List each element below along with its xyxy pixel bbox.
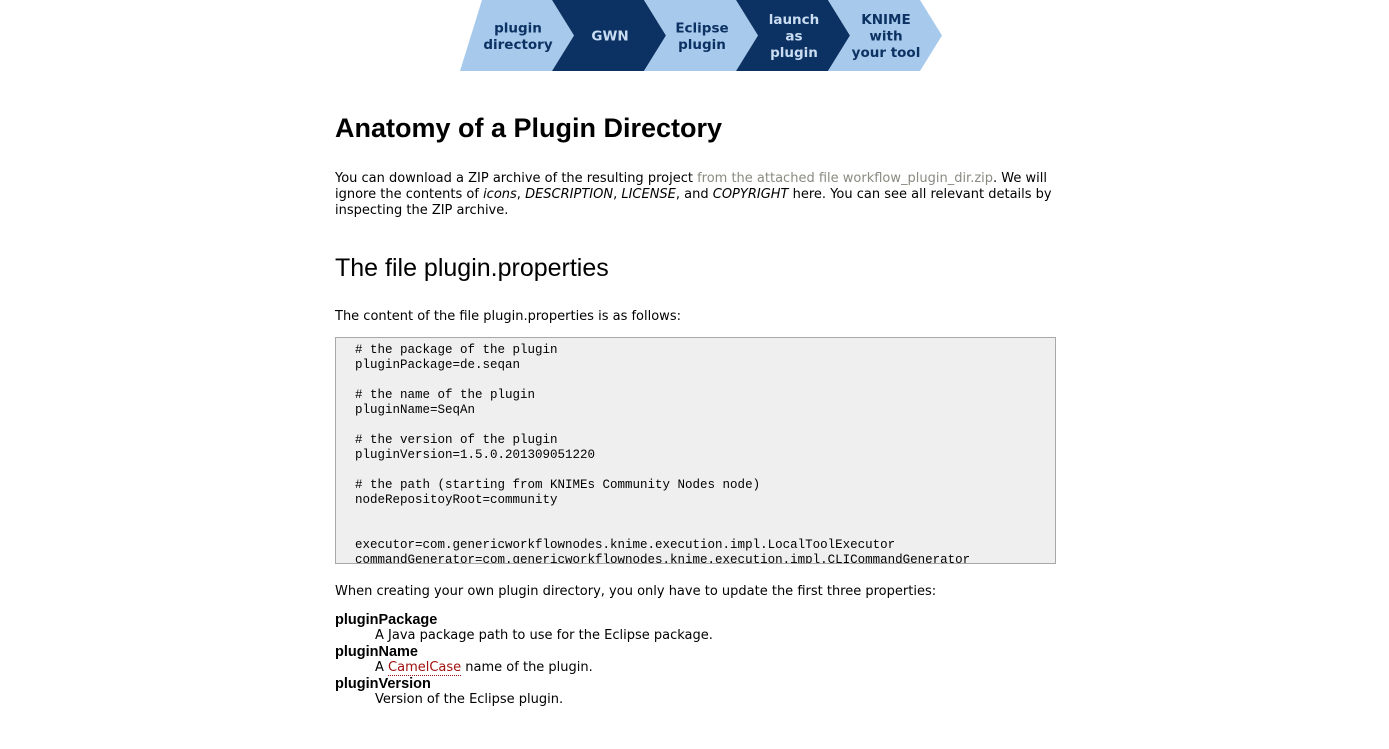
workflow-navigation: plugindirectoryGWNEclipsepluginlaunchasp…: [460, 0, 942, 71]
nav-step-label: as: [785, 29, 802, 45]
properties-code-block: # the package of the plugin pluginPackag…: [335, 337, 1056, 564]
nav-step-label: KNIME: [861, 12, 910, 28]
prop-desc-plugin-version: Version of the Eclipse plugin.: [375, 692, 564, 707]
license-term: LICENSE: [621, 187, 676, 202]
nav-step-label: launch: [769, 12, 820, 28]
nav-step-label: plugin: [770, 45, 818, 61]
nav-step-label: GWN: [591, 29, 628, 45]
nav-step-label: plugin: [494, 20, 542, 36]
nav-step-label: Eclipse: [675, 20, 728, 36]
nav-step-label: with: [869, 29, 902, 45]
nav-step-label: your tool: [852, 45, 921, 61]
zip-download-link[interactable]: from the attached file workflow_plugin_d…: [697, 171, 993, 186]
prop-desc-plugin-package: A Java package path to use for the Eclip…: [375, 628, 713, 643]
prop-term-plugin-package: pluginPackage: [335, 612, 438, 628]
prop-term-plugin-name: pluginName: [335, 644, 418, 660]
nav-step-label: plugin: [678, 37, 726, 53]
prop-term-plugin-version: pluginVersion: [335, 676, 431, 692]
prop-desc-plugin-name: A CamelCase name of the plugin.: [375, 660, 593, 676]
page-title: Anatomy of a Plugin Directory: [335, 113, 723, 143]
description-term: DESCRIPTION: [525, 187, 614, 202]
update-instruction: When creating your own plugin directory,…: [335, 584, 937, 599]
intro-paragraph: You can download a ZIP archive of the re…: [335, 171, 1052, 218]
copyright-term: COPYRIGHT: [712, 187, 789, 202]
properties-definition-list: pluginPackage A Java package path to use…: [335, 612, 1060, 708]
content-description: The content of the file plugin.propertie…: [335, 309, 681, 324]
camelcase-link[interactable]: CamelCase: [388, 660, 462, 676]
nav-step-plugin-directory[interactable]: plugindirectory: [460, 0, 574, 71]
nav-step-label: directory: [483, 37, 552, 53]
icons-term: icons: [483, 187, 517, 202]
section-title: The file plugin.properties: [335, 254, 609, 282]
